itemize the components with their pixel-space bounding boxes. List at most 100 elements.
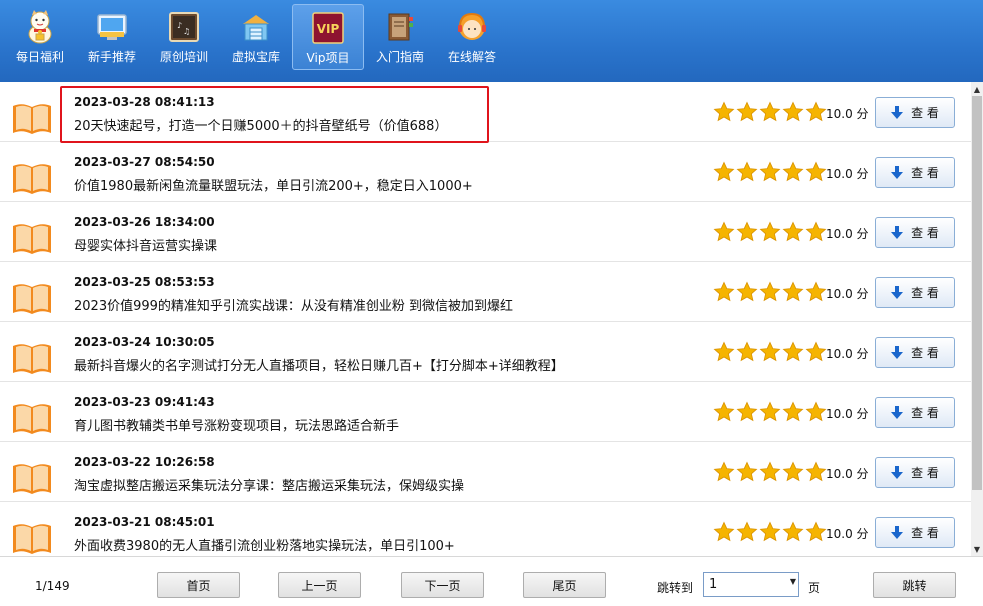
rating-star-icon [782, 341, 804, 362]
view-button-label: 查 看 [911, 406, 939, 420]
toolbar-item-online-answers[interactable]: 在线解答 [436, 4, 508, 70]
view-button[interactable]: 查 看 [875, 277, 955, 308]
download-arrow-icon [891, 525, 904, 539]
vertical-scrollbar[interactable]: ▲ ▼ [971, 82, 983, 556]
toolbar-item-daily-welfare[interactable]: 每日福利 [4, 4, 76, 70]
toolbar-item-label: 在线解答 [447, 50, 496, 64]
item-title[interactable]: 淘宝虚拟整店搬运采集玩法分享课：整店搬运采集玩法，保姆级实操 [74, 475, 464, 494]
list-item[interactable]: 2023-03-25 08:53:53 2023价值999的精准知乎引流实战课：从… [0, 262, 971, 322]
rating-star-icon [759, 281, 781, 302]
rating-star-icon [805, 461, 827, 482]
jump-button[interactable]: 跳转 [873, 572, 956, 598]
item-date: 2023-03-24 10:30:05 [74, 335, 215, 349]
view-button[interactable]: 查 看 [875, 157, 955, 188]
jump-to-label: 跳转到 [657, 581, 694, 595]
toolbar-item-vip-projects[interactable]: VIP Vip项目 [292, 4, 364, 70]
list-item[interactable]: 2023-03-26 18:34:00 母婴实体抖音运营实操课 10.0 分 查 看 [0, 202, 971, 262]
rating-star-icon [713, 461, 735, 482]
item-date: 2023-03-26 18:34:00 [74, 215, 215, 229]
toolbar-item-getting-started[interactable]: 入门指南 [364, 4, 436, 70]
open-book-icon [13, 104, 51, 134]
view-button[interactable]: 查 看 [875, 517, 955, 548]
lucky-cat-icon [23, 10, 57, 44]
rating-star-icon [759, 341, 781, 362]
item-title[interactable]: 母婴实体抖音运营实操课 [74, 235, 217, 254]
dropdown-arrow-icon[interactable]: ▼ [790, 577, 796, 586]
rating-stars [713, 341, 828, 363]
rating-stars [713, 401, 828, 423]
item-title[interactable]: 2023价值999的精准知乎引流实战课：从没有精准创业粉 到微信被加到爆红 [74, 295, 513, 314]
rating-star-icon [713, 401, 735, 422]
rating-star-icon [736, 281, 758, 302]
page-info: 1/149 [35, 579, 70, 593]
item-score: 10.0 分 [826, 407, 869, 421]
item-date: 2023-03-27 08:54:50 [74, 155, 215, 169]
rating-stars [713, 281, 828, 303]
last-page-button[interactable]: 尾页 [523, 572, 606, 598]
item-date: 2023-03-23 09:41:43 [74, 395, 215, 409]
item-title[interactable]: 最新抖音爆火的名字测试打分无人直播项目，轻松日赚几百+【打分脚本+详细教程】 [74, 355, 564, 374]
view-button-label: 查 看 [911, 526, 939, 540]
rating-stars [713, 101, 828, 123]
list-item[interactable]: 2023-03-23 09:41:43 育儿图书教辅类书单号涨粉变现项目，玩法思路… [0, 382, 971, 442]
toolbar-item-label: 每日福利 [15, 50, 64, 64]
svg-text:VIP: VIP [317, 22, 340, 36]
rating-star-icon [759, 461, 781, 482]
rating-star-icon [805, 221, 827, 242]
next-page-button[interactable]: 下一页 [401, 572, 484, 598]
pagination-bar: 1/149 首页 上一页 下一页 尾页 跳转到 1 ▼ 页 跳转 [0, 556, 983, 606]
item-title[interactable]: 育儿图书教辅类书单号涨粉变现项目，玩法思路适合新手 [74, 415, 399, 434]
list-item[interactable]: 2023-03-24 10:30:05 最新抖音爆火的名字测试打分无人直播项目，轻… [0, 322, 971, 382]
rating-star-icon [782, 161, 804, 182]
rating-star-icon [713, 221, 735, 242]
open-book-icon [13, 224, 51, 254]
rating-star-icon [759, 101, 781, 122]
rating-star-icon [759, 221, 781, 242]
toolbar-item-beginner-recommend[interactable]: 新手推荐 [76, 4, 148, 70]
item-score: 10.0 分 [826, 347, 869, 361]
rating-star-icon [713, 281, 735, 302]
highlight-box [60, 86, 489, 143]
list-item[interactable]: 2023-03-27 08:54:50 价值1980最新闲鱼流量联盟玩法，单日引流… [0, 142, 971, 202]
open-book-icon [13, 284, 51, 314]
list-item[interactable]: 2023-03-21 08:45:01 外面收费3980的无人直播引流创业粉落地实… [0, 502, 971, 556]
scroll-down-arrow-icon[interactable]: ▼ [971, 542, 983, 556]
toolbar-item-original-training[interactable]: ♪ ♫ 原创培训 [148, 4, 220, 70]
toolbar-item-virtual-treasury[interactable]: 虚拟宝库 [220, 4, 292, 70]
toolbar-item-label: 原创培训 [159, 50, 208, 64]
rating-star-icon [782, 401, 804, 422]
open-book-icon [13, 524, 51, 554]
view-button[interactable]: 查 看 [875, 337, 955, 368]
scroll-up-arrow-icon[interactable]: ▲ [971, 82, 983, 96]
view-button[interactable]: 查 看 [875, 217, 955, 248]
toolbar-item-label: 虚拟宝库 [231, 50, 280, 64]
view-button-label: 查 看 [911, 346, 939, 360]
item-title[interactable]: 外面收费3980的无人直播引流创业粉落地实操玩法，单日引100+ [74, 535, 455, 554]
item-score: 10.0 分 [826, 287, 869, 301]
rating-star-icon [736, 461, 758, 482]
page-number-select[interactable]: 1 ▼ [703, 572, 799, 597]
item-date: 2023-03-22 10:26:58 [74, 455, 215, 469]
rating-star-icon [805, 341, 827, 362]
page-select-value: 1 [709, 577, 718, 592]
rating-star-icon [736, 521, 758, 542]
rating-star-icon [782, 281, 804, 302]
view-button-label: 查 看 [911, 166, 939, 180]
rating-stars [713, 521, 828, 543]
item-date: 2023-03-21 08:45:01 [74, 515, 215, 529]
first-page-button[interactable]: 首页 [157, 572, 240, 598]
open-book-icon [13, 344, 51, 374]
warehouse-icon [239, 10, 273, 44]
view-button[interactable]: 查 看 [875, 97, 955, 128]
item-title[interactable]: 价值1980最新闲鱼流量联盟玩法，单日引流200+，稳定日入1000+ [74, 175, 473, 194]
list-item[interactable]: 2023-03-22 10:26:58 淘宝虚拟整店搬运采集玩法分享课：整店搬运采… [0, 442, 971, 502]
view-button[interactable]: 查 看 [875, 457, 955, 488]
rating-star-icon [805, 281, 827, 302]
view-button-label: 查 看 [911, 466, 939, 480]
rating-stars [713, 221, 828, 243]
top-toolbar: 每日福利 新手推荐 ♪ ♫ 原创培训 虚拟宝库 VIP Vip项目 入门指南 在… [0, 0, 983, 82]
prev-page-button[interactable]: 上一页 [278, 572, 361, 598]
svg-text:♫: ♫ [183, 27, 190, 36]
scroll-thumb[interactable] [972, 96, 982, 490]
view-button[interactable]: 查 看 [875, 397, 955, 428]
